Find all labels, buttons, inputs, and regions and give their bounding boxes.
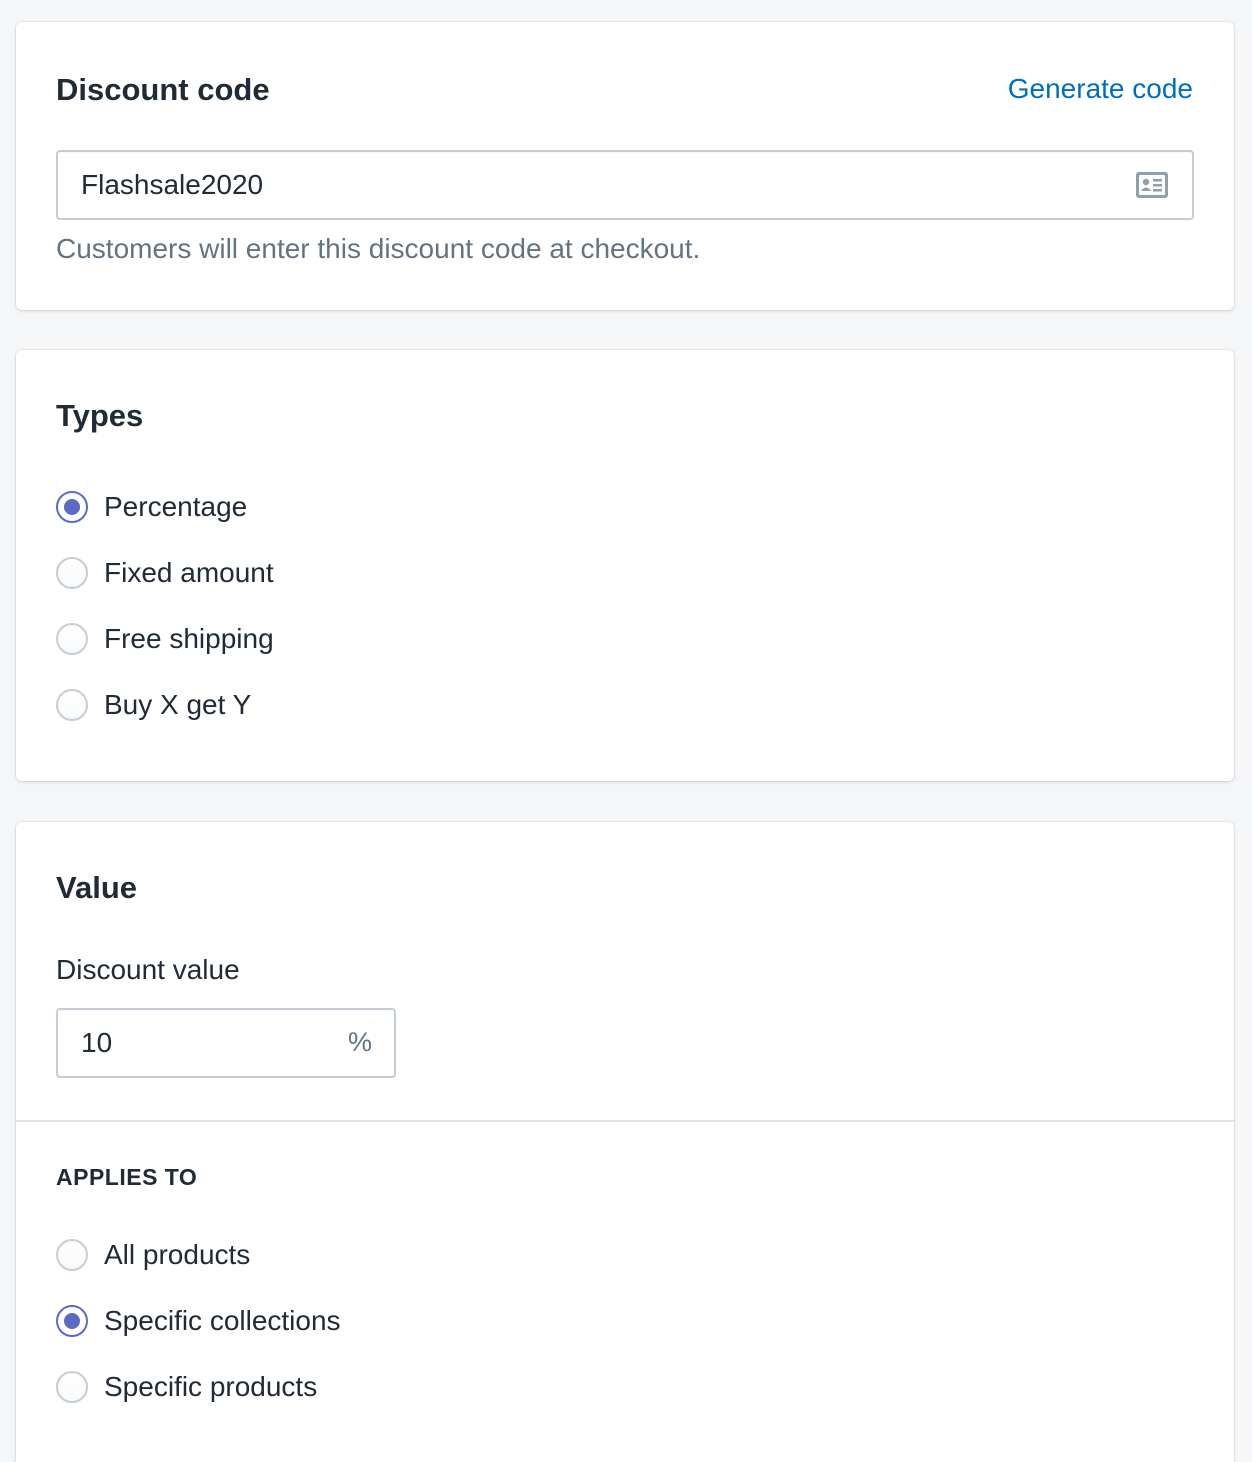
applies-to-specific-products[interactable]: Specific products (56, 1367, 317, 1407)
value-title: Value (56, 870, 137, 905)
radio-all-products[interactable] (56, 1239, 88, 1271)
discount-value-label: Discount value (56, 954, 240, 985)
type-option-label: Percentage (104, 491, 248, 522)
applies-to-option-label: Specific collections (104, 1305, 341, 1336)
type-option-fixed-amount[interactable]: Fixed amount (56, 553, 274, 593)
applies-to-specific-collections[interactable]: Specific collections (56, 1301, 341, 1341)
types-title: Types (56, 398, 144, 433)
generate-code-link[interactable]: Generate code (1008, 75, 1193, 103)
radio-percentage[interactable] (56, 491, 88, 523)
discount-value-input[interactable] (81, 1010, 321, 1076)
radio-fixed-amount[interactable] (56, 557, 88, 589)
type-option-free-shipping[interactable]: Free shipping (56, 619, 274, 659)
value-card: Value Discount value % APPLIES TO All pr… (16, 822, 1234, 1462)
applies-to-option-label: All products (104, 1239, 251, 1270)
applies-to-option-label: Specific products (104, 1371, 318, 1402)
discount-value-field[interactable]: % (56, 1008, 396, 1078)
radio-free-shipping[interactable] (56, 623, 88, 655)
type-option-label: Fixed amount (104, 557, 274, 588)
type-option-percentage[interactable]: Percentage (56, 487, 247, 527)
percent-suffix: % (347, 1027, 372, 1057)
radio-specific-collections[interactable] (56, 1305, 88, 1337)
applies-to-heading: APPLIES TO (56, 1164, 198, 1190)
section-divider (16, 1120, 1234, 1122)
radio-buy-x-get-y[interactable] (56, 689, 88, 721)
discount-code-input[interactable] (81, 152, 1121, 218)
contact-card-icon (1136, 172, 1168, 198)
radio-specific-products[interactable] (56, 1371, 88, 1403)
applies-to-all-products[interactable]: All products (56, 1235, 250, 1275)
discount-code-field[interactable] (56, 150, 1194, 220)
types-card: Types Percentage Fixed amount Free shipp… (16, 350, 1234, 781)
type-option-buy-x-get-y[interactable]: Buy X get Y (56, 685, 251, 725)
discount-code-card: Discount code Generate code Customers wi… (16, 22, 1234, 310)
discount-code-title: Discount code (56, 72, 270, 107)
type-option-label: Buy X get Y (104, 689, 252, 720)
type-option-label: Free shipping (104, 623, 274, 654)
discount-code-help-text: Customers will enter this discount code … (56, 233, 701, 264)
